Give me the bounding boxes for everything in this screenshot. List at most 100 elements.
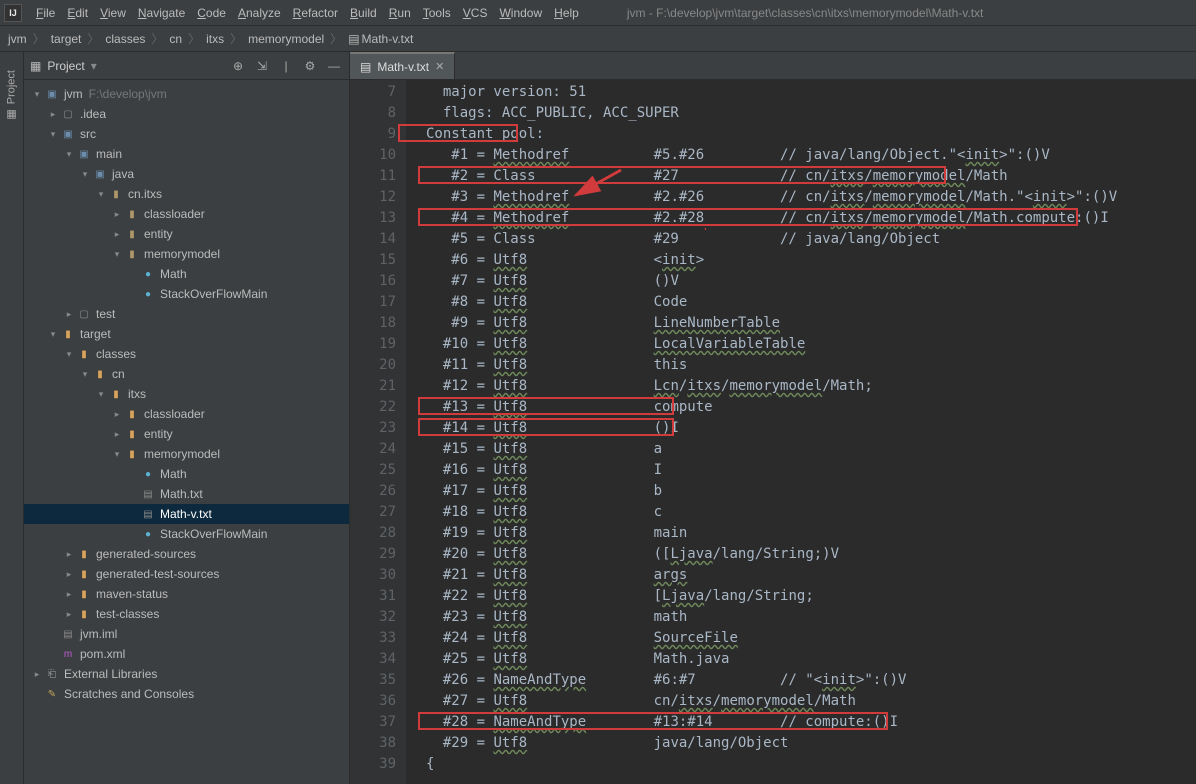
tree-item[interactable]: ▸▮generated-sources xyxy=(24,544,349,564)
tree-item[interactable]: ▸▮classloader xyxy=(24,404,349,424)
code-line[interactable]: #20 = Utf8 ([Ljava/lang/String;)V xyxy=(426,544,1196,565)
menu-refactor[interactable]: Refactor xyxy=(287,4,344,22)
code-line[interactable]: { xyxy=(426,754,1196,775)
code-line[interactable]: #22 = Utf8 [Ljava/lang/String; xyxy=(426,586,1196,607)
hide-panel-icon[interactable]: — xyxy=(325,57,343,75)
menu-build[interactable]: Build xyxy=(344,4,383,22)
code-line[interactable]: #4 = Methodref #2.#28 // cn/itxs/memorym… xyxy=(426,208,1196,229)
breadcrumb-item[interactable]: itxs xyxy=(206,32,224,46)
menu-view[interactable]: View xyxy=(94,4,132,22)
project-tree[interactable]: ▾▣jvmF:\develop\jvm▸▢.idea▾▣src▾▣main▾▣j… xyxy=(24,80,349,784)
tree-item[interactable]: ▾▮cn xyxy=(24,364,349,384)
tree-item[interactable]: ▾▮classes xyxy=(24,344,349,364)
chevron-right-icon[interactable]: ▸ xyxy=(46,109,60,120)
code-line[interactable]: #5 = Class #29 // java/lang/Object xyxy=(426,229,1196,250)
tree-item[interactable]: ▾▮target xyxy=(24,324,349,344)
breadcrumb-item[interactable]: jvm xyxy=(8,32,27,46)
tree-item[interactable]: ▾▣jvmF:\develop\jvm xyxy=(24,84,349,104)
chevron-down-icon[interactable]: ▾ xyxy=(94,389,108,400)
code-line[interactable]: #24 = Utf8 SourceFile xyxy=(426,628,1196,649)
breadcrumb-item[interactable]: classes xyxy=(105,32,145,46)
code-line[interactable]: #9 = Utf8 LineNumberTable xyxy=(426,313,1196,334)
code-line[interactable]: #29 = Utf8 java/lang/Object xyxy=(426,733,1196,754)
tree-item[interactable]: ▾▮memorymodel xyxy=(24,244,349,264)
chevron-right-icon[interactable]: ▸ xyxy=(62,549,76,560)
code-line[interactable]: #25 = Utf8 Math.java xyxy=(426,649,1196,670)
close-icon[interactable]: ✕ xyxy=(435,60,444,73)
chevron-right-icon[interactable]: ▸ xyxy=(62,589,76,600)
tree-item[interactable]: ●StackOverFlowMain xyxy=(24,284,349,304)
tab-math-v-txt[interactable]: ▤ Math-v.txt ✕ xyxy=(350,52,455,79)
code-line[interactable]: #16 = Utf8 I xyxy=(426,460,1196,481)
breadcrumb-item[interactable]: ▤ Math-v.txt xyxy=(348,32,413,46)
tree-item[interactable]: ▾▣src xyxy=(24,124,349,144)
code-line[interactable]: #17 = Utf8 b xyxy=(426,481,1196,502)
code-line[interactable]: Constant pool: xyxy=(426,124,1196,145)
code-line[interactable]: #21 = Utf8 args xyxy=(426,565,1196,586)
breadcrumb-item[interactable]: cn xyxy=(169,32,182,46)
menu-analyze[interactable]: Analyze xyxy=(232,4,287,22)
tree-item[interactable]: ▸▮entity xyxy=(24,224,349,244)
code-line[interactable]: major version: 51 xyxy=(426,82,1196,103)
chevron-down-icon[interactable]: ▾ xyxy=(78,169,92,180)
chevron-right-icon[interactable]: ▸ xyxy=(110,409,124,420)
chevron-down-icon[interactable]: ▾ xyxy=(30,89,44,100)
chevron-down-icon[interactable]: ▾ xyxy=(46,329,60,340)
breadcrumb-item[interactable]: memorymodel xyxy=(248,32,324,46)
code-line[interactable]: #3 = Methodref #2.#26 // cn/itxs/memorym… xyxy=(426,187,1196,208)
code-line[interactable]: #10 = Utf8 LocalVariableTable xyxy=(426,334,1196,355)
menu-edit[interactable]: Edit xyxy=(61,4,94,22)
menu-file[interactable]: File xyxy=(30,4,61,22)
code-line[interactable]: #8 = Utf8 Code xyxy=(426,292,1196,313)
code-line[interactable]: flags: ACC_PUBLIC, ACC_SUPER xyxy=(426,103,1196,124)
gear-icon[interactable]: ⚙ xyxy=(301,57,319,75)
select-opened-file-icon[interactable]: ⊕ xyxy=(229,57,247,75)
editor-code[interactable]: major version: 51 flags: ACC_PUBLIC, ACC… xyxy=(406,80,1196,784)
code-line[interactable]: #1 = Methodref #5.#26 // java/lang/Objec… xyxy=(426,145,1196,166)
tree-item[interactable]: mpom.xml xyxy=(24,644,349,664)
menu-tools[interactable]: Tools xyxy=(417,4,457,22)
code-line[interactable]: #7 = Utf8 ()V xyxy=(426,271,1196,292)
code-line[interactable]: #15 = Utf8 a xyxy=(426,439,1196,460)
tree-item[interactable]: ▸▢test xyxy=(24,304,349,324)
tree-item[interactable]: ▸▮generated-test-sources xyxy=(24,564,349,584)
code-line[interactable]: #19 = Utf8 main xyxy=(426,523,1196,544)
editor[interactable]: 7891011121314151617181920212223242526272… xyxy=(350,80,1196,784)
tree-item[interactable]: ▾▮memorymodel xyxy=(24,444,349,464)
tree-item[interactable]: ●Math xyxy=(24,464,349,484)
code-line[interactable]: #18 = Utf8 c xyxy=(426,502,1196,523)
code-line[interactable]: #14 = Utf8 ()I xyxy=(426,418,1196,439)
code-line[interactable]: #6 = Utf8 <init> xyxy=(426,250,1196,271)
menu-code[interactable]: Code xyxy=(191,4,232,22)
chevron-right-icon[interactable]: ▸ xyxy=(62,609,76,620)
chevron-down-icon[interactable]: ▾ xyxy=(78,369,92,380)
chevron-down-icon[interactable]: ▾ xyxy=(110,449,124,460)
code-line[interactable]: #23 = Utf8 math xyxy=(426,607,1196,628)
code-line[interactable]: #2 = Class #27 // cn/itxs/memorymodel/Ma… xyxy=(426,166,1196,187)
tree-item[interactable]: ●StackOverFlowMain xyxy=(24,524,349,544)
tree-item[interactable]: ▸▮test-classes xyxy=(24,604,349,624)
code-line[interactable]: #26 = NameAndType #6:#7 // "<init>":()V xyxy=(426,670,1196,691)
tree-item[interactable]: ▾▮itxs xyxy=(24,384,349,404)
tree-item[interactable]: ▾▣java xyxy=(24,164,349,184)
tree-item[interactable]: ▸▮classloader xyxy=(24,204,349,224)
code-line[interactable]: #28 = NameAndType #13:#14 // compute:()I xyxy=(426,712,1196,733)
tree-item[interactable]: ▸⎗External Libraries xyxy=(24,664,349,684)
tree-item[interactable]: ✎Scratches and Consoles xyxy=(24,684,349,704)
tree-item[interactable]: ▤Math-v.txt xyxy=(24,504,349,524)
menu-help[interactable]: Help xyxy=(548,4,585,22)
chevron-right-icon[interactable]: ▸ xyxy=(30,669,44,680)
chevron-right-icon[interactable]: ▸ xyxy=(110,429,124,440)
menu-navigate[interactable]: Navigate xyxy=(132,4,191,22)
tree-item[interactable]: ▾▣main xyxy=(24,144,349,164)
tree-item[interactable]: ▾▮cn.itxs xyxy=(24,184,349,204)
tree-item[interactable]: ▸▮maven-status xyxy=(24,584,349,604)
tree-item[interactable]: ●Math xyxy=(24,264,349,284)
tree-item[interactable]: ▤jvm.iml xyxy=(24,624,349,644)
menu-window[interactable]: Window xyxy=(493,4,548,22)
chevron-down-icon[interactable]: ▾ xyxy=(62,349,76,360)
tree-item[interactable]: ▸▮entity xyxy=(24,424,349,444)
tool-tab-project[interactable]: ▦ Project xyxy=(5,70,18,121)
dropdown-icon[interactable]: ▾ xyxy=(91,59,97,73)
menu-vcs[interactable]: VCS xyxy=(457,4,494,22)
